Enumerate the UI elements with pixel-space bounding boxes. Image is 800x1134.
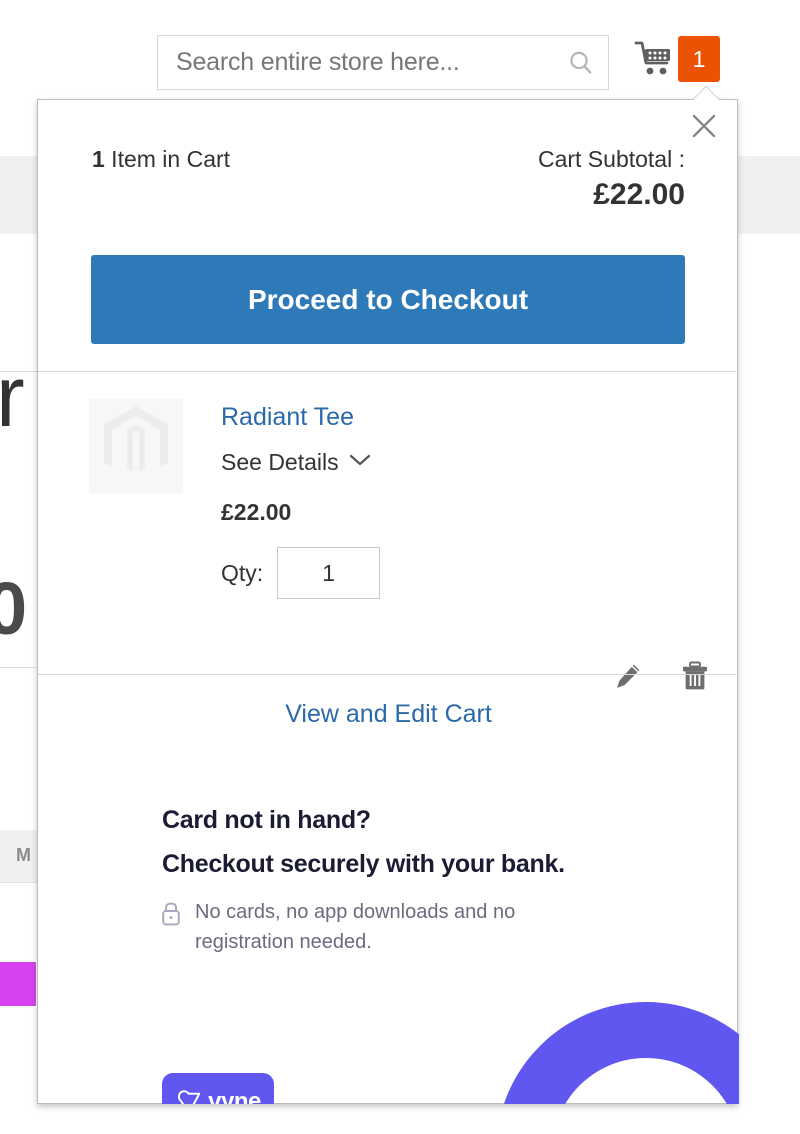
search-icon[interactable] — [566, 48, 596, 78]
see-details-toggle[interactable]: See Details — [221, 449, 380, 476]
product-name-link[interactable]: Radiant Tee — [221, 400, 354, 434]
cart-subtotal-label: Cart Subtotal : — [537, 146, 685, 172]
vyne-logo-text: vyne — [208, 1087, 261, 1104]
vyne-heart-icon — [175, 1088, 203, 1104]
chevron-down-icon — [349, 453, 371, 472]
product-thumbnail[interactable] — [89, 399, 183, 493]
background-text-fragment-0: 0 — [0, 567, 28, 650]
minicart-product-row: Radiant Tee See Details £22.00 Qty: — [38, 372, 739, 690]
trash-icon[interactable] — [680, 660, 710, 692]
items-in-cart-text: Item in Cart — [104, 146, 231, 172]
product-qty-row: Qty: — [221, 547, 381, 599]
vyne-subtext: No cards, no app downloads and no regist… — [195, 901, 516, 953]
cart-item-counter[interactable]: 1 — [678, 36, 720, 82]
minicart-arrow — [693, 87, 719, 100]
shopping-cart-icon — [634, 40, 676, 83]
vyne-subtext-row: No cards, no app downloads and no regist… — [160, 897, 580, 957]
vyne-decorative-arc — [433, 939, 739, 1104]
items-in-cart-label: 1 Item in Cart — [92, 144, 230, 174]
site-header: Search entire store here... 1 — [0, 0, 800, 100]
search-input[interactable]: Search entire store here... — [176, 48, 566, 77]
vyne-promo-banner: Card not in hand? Checkout securely with… — [38, 780, 739, 1104]
background-band-label: M — [16, 845, 31, 865]
minicart-summary: 1 Item in Cart Cart Subtotal : £22.00 — [38, 144, 739, 216]
background-text-fragment-r: r — [0, 349, 25, 445]
magento-placeholder-icon — [100, 404, 172, 489]
cart-icon-link[interactable] — [632, 38, 678, 84]
minicart-divider-bottom — [38, 674, 739, 675]
product-info: Radiant Tee See Details £22.00 Qty: — [221, 400, 381, 599]
close-icon[interactable] — [687, 109, 721, 143]
lock-icon — [160, 901, 182, 927]
qty-label: Qty: — [221, 559, 264, 586]
vyne-headline-line2: Checkout securely with your bank. — [162, 850, 565, 878]
cart-subtotal-block: Cart Subtotal : £22.00 — [538, 144, 685, 216]
view-and-edit-cart-link[interactable]: View and Edit Cart — [38, 700, 739, 729]
items-in-cart-count: 1 — [92, 146, 105, 172]
see-details-label: See Details — [221, 449, 339, 475]
cart-subtotal-value: £22.00 — [593, 178, 685, 211]
search-box[interactable]: Search entire store here... — [157, 35, 609, 90]
vyne-headline-line1: Card not in hand? — [162, 806, 371, 834]
proceed-to-checkout-button[interactable]: Proceed to Checkout — [91, 255, 685, 344]
minicart-dropdown: 1 Item in Cart Cart Subtotal : £22.00 Pr… — [37, 87, 739, 1104]
background-color-swatch — [0, 962, 36, 1006]
qty-input[interactable] — [277, 547, 381, 599]
pencil-icon[interactable] — [613, 660, 643, 692]
product-price: £22.00 — [221, 499, 292, 525]
vyne-logo-badge[interactable]: vyne — [162, 1073, 274, 1104]
product-actions — [613, 660, 710, 692]
